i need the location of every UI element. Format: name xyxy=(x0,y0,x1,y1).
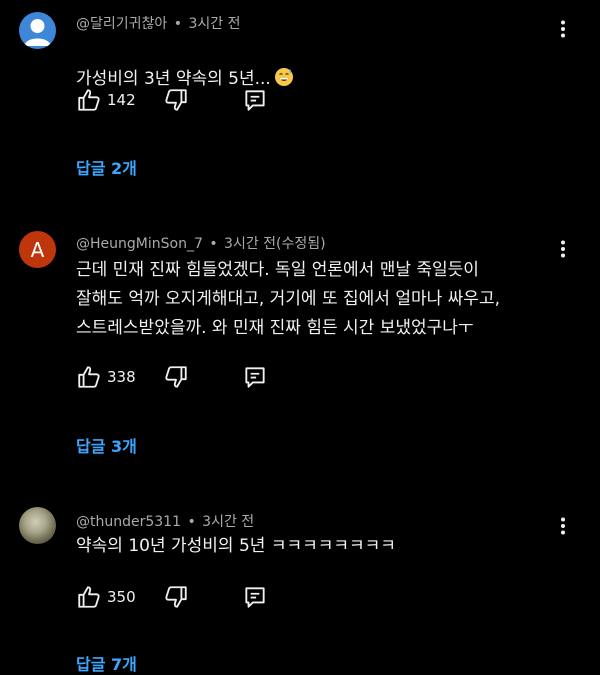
comment-meta: @thunder5311 • 3시간 전 xyxy=(76,511,254,531)
default-avatar-icon xyxy=(24,19,51,46)
comment-item: @달리기귀찮아 • 3시간 전 가성비의 3년 약속의 5년... 142 답글… xyxy=(0,0,600,190)
comment-time: 3시간 전 xyxy=(202,514,255,530)
avatar[interactable]: A xyxy=(19,231,56,268)
avatar[interactable] xyxy=(19,507,56,544)
view-replies-link[interactable]: 답글 7개 xyxy=(76,651,137,675)
more-vertical-icon[interactable] xyxy=(552,16,574,42)
meta-separator: • xyxy=(209,236,218,252)
thumbs-down-icon[interactable] xyxy=(163,87,189,113)
reply-comment-icon[interactable] xyxy=(242,364,268,390)
avatar[interactable] xyxy=(19,12,56,49)
like-count: 142 xyxy=(107,91,136,109)
comment-time: 3시간 전 xyxy=(188,16,241,32)
author-name[interactable]: @달리기귀찮아 xyxy=(76,16,167,32)
thumbs-down-icon[interactable] xyxy=(163,364,189,390)
reply-comment-icon[interactable] xyxy=(242,584,268,610)
comment-actions: 350 xyxy=(0,584,600,612)
comment-text: 약속의 10년 가성비의 5년 ㅋㅋㅋㅋㅋㅋㅋㅋ xyxy=(76,536,396,556)
avatar-letter: A xyxy=(30,237,45,262)
author-name[interactable]: @HeungMinSon_7 xyxy=(76,236,203,252)
like-count: 350 xyxy=(107,588,136,606)
comment-time: 3시간 전(수정됨) xyxy=(224,236,326,252)
grinning-sweat-emoji xyxy=(274,68,293,86)
comment-text-content: 가성비의 3년 약속의 5년... xyxy=(76,69,271,89)
comment-text: 가성비의 3년 약속의 5년... xyxy=(76,36,294,94)
meta-separator: • xyxy=(173,16,182,32)
comment-actions: 142 xyxy=(0,87,600,115)
thumbs-up-icon[interactable] xyxy=(76,584,102,610)
thumbs-down-icon[interactable] xyxy=(163,584,189,610)
meta-separator: • xyxy=(187,514,196,530)
comment-meta: @HeungMinSon_7 • 3시간 전(수정됨) xyxy=(76,233,326,253)
more-vertical-icon[interactable] xyxy=(552,236,574,262)
thumbs-up-icon[interactable] xyxy=(76,87,102,113)
comment-item: @thunder5311 • 3시간 전 약속의 10년 가성비의 5년 ㅋㅋㅋ… xyxy=(0,500,600,674)
comment-text: 근데 민재 진짜 힘들었겠다. 독일 언론에서 맨날 죽일듯이 잘해도 억까 오… xyxy=(76,260,500,338)
comment-meta: @달리기귀찮아 • 3시간 전 xyxy=(76,13,240,33)
thumbs-up-icon[interactable] xyxy=(76,364,102,390)
reply-comment-icon[interactable] xyxy=(242,87,268,113)
more-vertical-icon[interactable] xyxy=(552,513,574,539)
author-name[interactable]: @thunder5311 xyxy=(76,514,181,530)
comment-item: A @HeungMinSon_7 • 3시간 전(수정됨) 근데 민재 진짜 힘… xyxy=(0,225,600,465)
like-count: 338 xyxy=(107,368,136,386)
comment-actions: 338 xyxy=(0,364,600,392)
view-replies-link[interactable]: 답글 2개 xyxy=(76,155,137,179)
view-replies-link[interactable]: 답글 3개 xyxy=(76,433,137,457)
